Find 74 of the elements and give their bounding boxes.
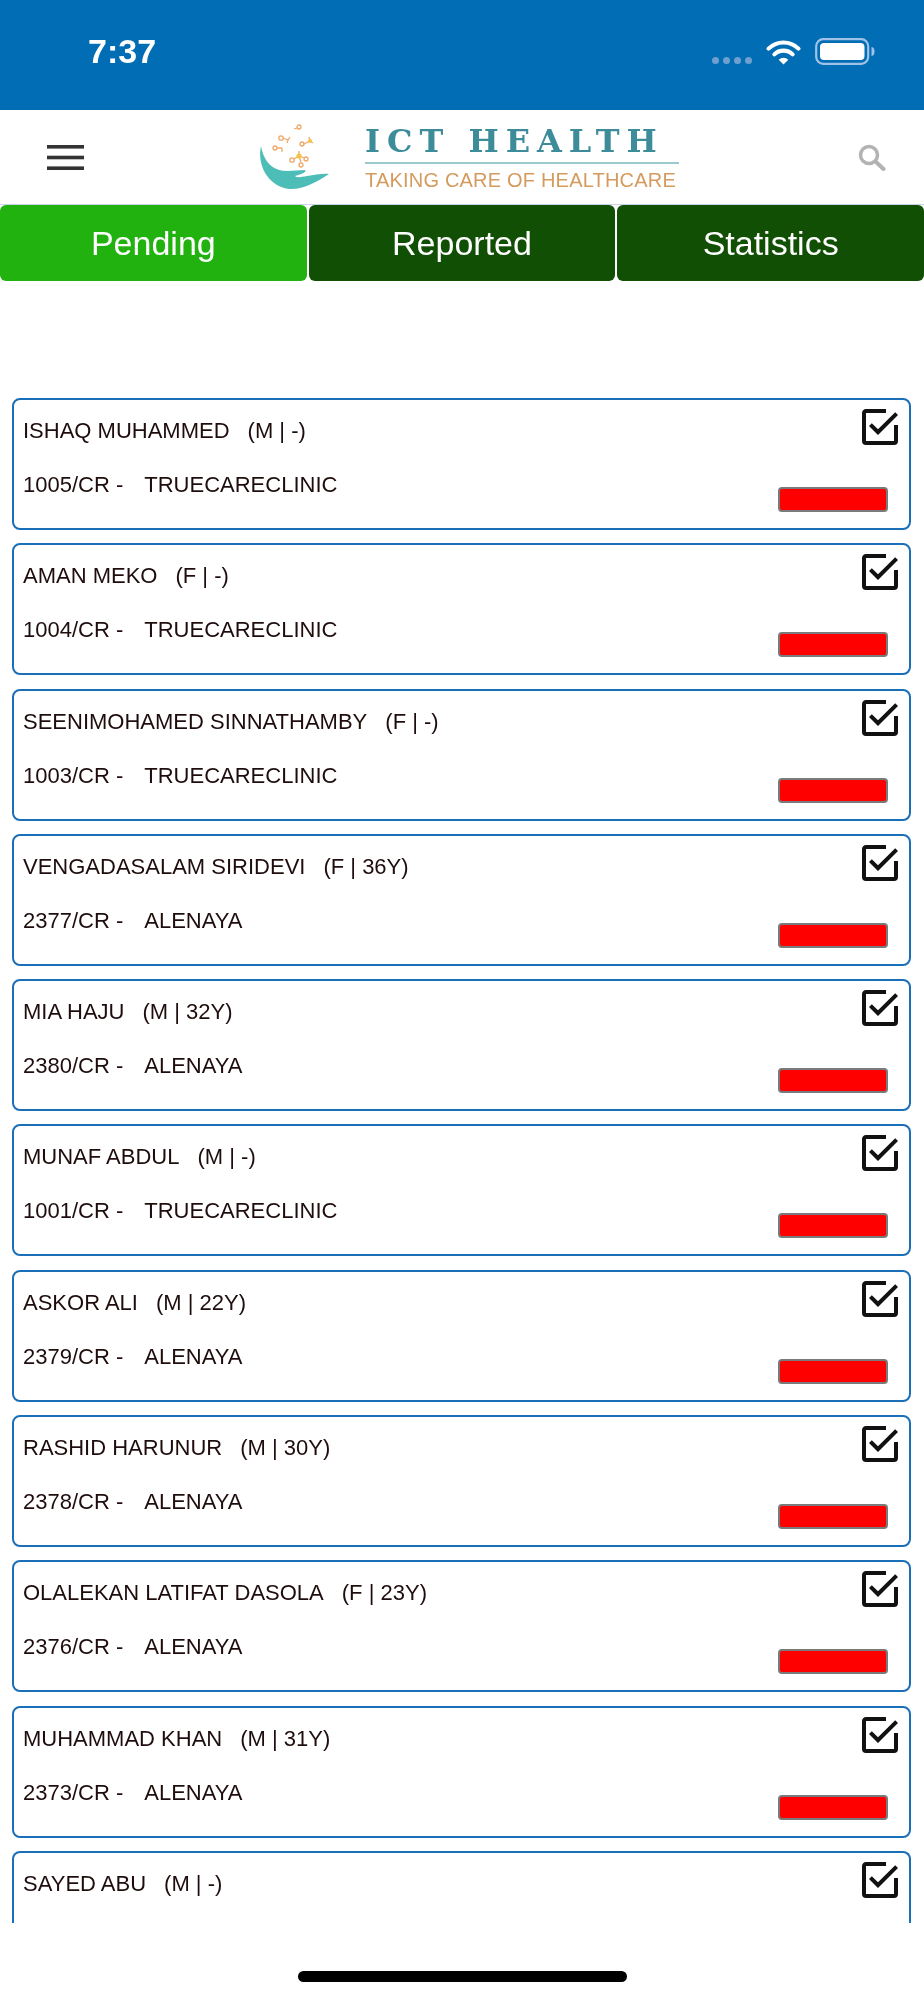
case-number: 2378/CR -	[23, 1489, 124, 1516]
patient-name: SEENIMOHAMED SINNATHAMBY	[23, 708, 368, 735]
patient-card[interactable]: MUHAMMAD KHAN (M | 31Y) 2373/CR - ALENAYA	[12, 1705, 911, 1838]
patient-name: AMAN MEKO	[23, 563, 158, 590]
signal-icon	[712, 56, 752, 64]
patient-details: (M | -)	[247, 418, 306, 444]
clinic-name: TRUECARECLINIC	[144, 472, 338, 498]
checkbox[interactable]	[862, 1280, 898, 1317]
case-number: 2376/CR -	[23, 1634, 124, 1661]
clinic-name: TRUECARECLINIC	[144, 1198, 338, 1225]
case-number: 2380/CR -	[23, 1053, 124, 1080]
clinic-name: ALENAYA	[144, 1779, 243, 1806]
checkbox[interactable]	[862, 699, 898, 736]
patient-card[interactable]: MIA HAJU (M | 32Y) 2380/CR - ALENAYA	[12, 979, 911, 1112]
clinic-name: TRUECARECLINIC	[144, 617, 338, 644]
patient-details: (M | 31Y)	[240, 1725, 331, 1752]
checkbox[interactable]	[862, 1426, 898, 1463]
patient-card[interactable]: SAYED ABU (M | -)	[12, 1850, 911, 1923]
checkbox[interactable]	[862, 554, 898, 591]
checkbox[interactable]	[862, 1861, 898, 1898]
tab[interactable]: Statistics	[617, 205, 924, 281]
checkbox[interactable]	[862, 990, 898, 1027]
patient-details: (M | 22Y)	[155, 1289, 246, 1316]
patient-name: MIA HAJU	[23, 999, 125, 1026]
patient-name: OLALEKAN LATIFAT DASOLA	[23, 1580, 324, 1607]
tab[interactable]: Reported	[308, 205, 616, 281]
menu-icon[interactable]	[47, 144, 84, 170]
patient-card[interactable]: SEENIMOHAMED SINNATHAMBY (F | -) 1003/CR - TRUECARECLINIC	[12, 688, 911, 821]
logo-icon	[257, 123, 330, 191]
checkbox[interactable]	[862, 1571, 898, 1608]
case-number: 2379/CR -	[23, 1343, 124, 1370]
checkbox[interactable]	[862, 409, 898, 445]
case-number: 1001/CR -	[23, 1198, 124, 1225]
patient-card[interactable]: ISHAQ MUHAMMED (M | -) 1005/CR - TRUECARECLINIC	[12, 398, 911, 530]
patient-card[interactable]: VENGADASALAM SIRIDEVI (F | 36Y) 2377/CR - ALENAYA	[12, 833, 911, 966]
logo-title: ICT HEALTH	[365, 124, 664, 158]
status-time: 7:37	[88, 34, 157, 68]
clinic-name: ALENAYA	[144, 907, 243, 934]
clinic-name: ALENAYA	[144, 1053, 243, 1080]
patient-name: VENGADASALAM SIRIDEVI	[23, 853, 306, 880]
patient-card[interactable]: MUNAF ABDUL (M | -) 1001/CR - TRUECARECLINIC	[12, 1124, 911, 1257]
battery-icon	[815, 37, 875, 65]
checkbox[interactable]	[862, 1135, 898, 1172]
case-number: 1004/CR -	[23, 617, 124, 644]
patient-details: (M | -)	[164, 1870, 223, 1897]
patient-details: (F | 23Y)	[341, 1580, 427, 1607]
patient-name: ASKOR ALI	[23, 1289, 138, 1316]
patient-card[interactable]: ASKOR ALI (M | 22Y) 2379/CR - ALENAYA	[12, 1269, 911, 1402]
clinic-name: ALENAYA	[144, 1489, 243, 1516]
case-number: 2373/CR -	[23, 1779, 124, 1806]
patient-name: MUHAMMAD KHAN	[23, 1725, 223, 1752]
patient-details: (M | -)	[197, 1144, 256, 1171]
checkbox[interactable]	[862, 844, 898, 881]
patient-name: ISHAQ MUHAMMED	[23, 418, 230, 444]
patient-name: MUNAF ABDUL	[23, 1144, 180, 1171]
logo-tagline: TAKING CARE OF HEALTHCARE	[365, 170, 676, 190]
clinic-name: ALENAYA	[144, 1343, 243, 1370]
clinic-name: TRUECARECLINIC	[144, 762, 338, 789]
checkbox[interactable]	[862, 1716, 898, 1753]
case-number: 1003/CR -	[23, 762, 124, 789]
patient-details: (F | -)	[385, 708, 439, 735]
patient-card[interactable]: OLALEKAN LATIFAT DASOLA (F | 23Y) 2376/CR - ALENAYA	[12, 1560, 911, 1693]
case-number: 1005/CR -	[23, 472, 124, 498]
patient-details: (M | 30Y)	[240, 1435, 331, 1462]
patient-name: RASHID HARUNUR	[23, 1435, 223, 1462]
patient-details: (M | 32Y)	[142, 999, 233, 1026]
patient-name: SAYED ABU	[23, 1870, 147, 1897]
patient-details: (F | 36Y)	[323, 853, 409, 880]
case-number: 2377/CR -	[23, 907, 124, 934]
patient-card[interactable]: AMAN MEKO (F | -) 1004/CR - TRUECARECLINIC	[12, 543, 911, 676]
wifi-icon	[766, 38, 801, 65]
clinic-name: ALENAYA	[144, 1634, 243, 1661]
patient-details: (F | -)	[175, 563, 229, 590]
patient-card[interactable]: RASHID HARUNUR (M | 30Y) 2378/CR - ALENAYA	[12, 1415, 911, 1548]
